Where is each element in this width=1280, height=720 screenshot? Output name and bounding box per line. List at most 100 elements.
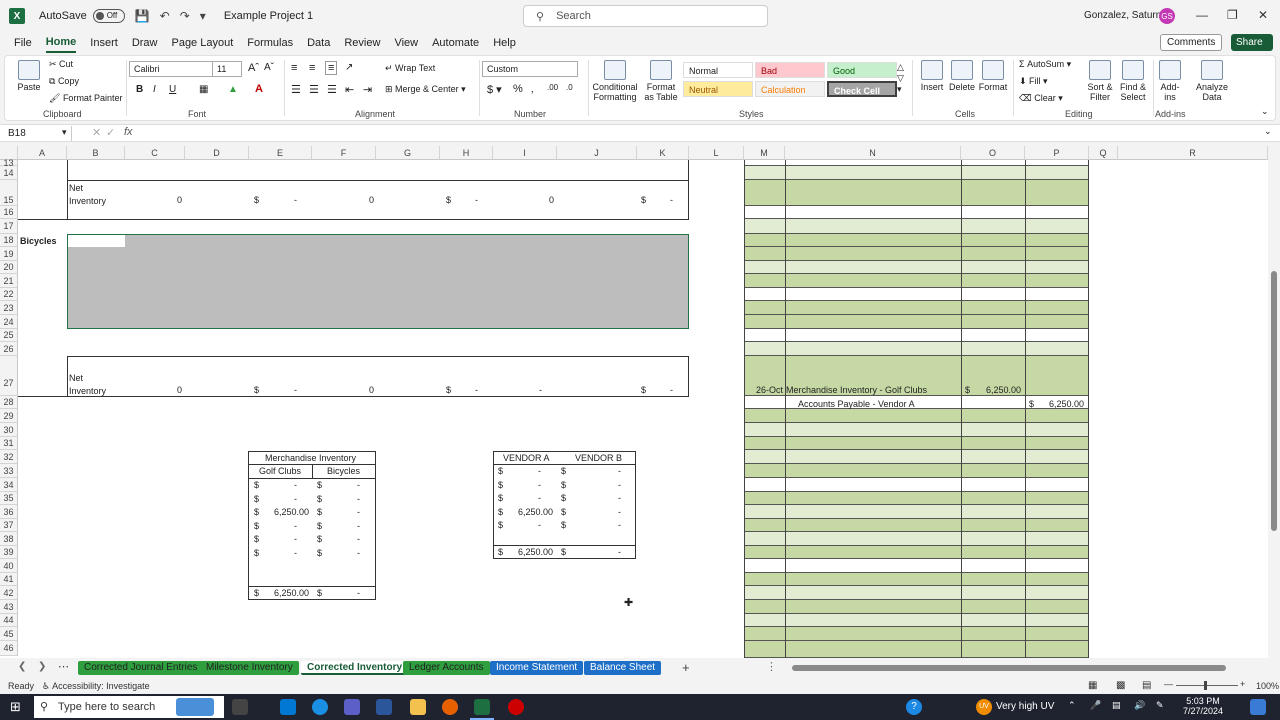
font-color-icon[interactable]: A — [255, 83, 263, 95]
row-header-43[interactable]: 43 — [0, 600, 18, 614]
row-header-42[interactable]: 42 — [0, 586, 18, 600]
row-header-15[interactable]: 15 — [0, 180, 18, 206]
row-header-31[interactable]: 31 — [0, 437, 18, 450]
accessibility-status[interactable]: ♿ Accessibility: Investigate — [42, 681, 150, 692]
autosave-toggle[interactable]: Off — [92, 9, 125, 23]
customize-toolbar-icon[interactable]: ▾ — [200, 9, 206, 23]
insert-cells-button[interactable]: Insert — [917, 60, 947, 92]
network-icon[interactable]: ▤ — [1112, 700, 1121, 711]
row-header-38[interactable]: 38 — [0, 532, 18, 546]
excel-taskbar-icon[interactable] — [474, 699, 490, 715]
row-header-41[interactable]: 41 — [0, 573, 18, 586]
font-name-select[interactable]: Calibri — [129, 61, 214, 77]
sheet-tab-milestone-inventory[interactable]: Milestone Inventory — [200, 661, 299, 675]
sheet-tab-corrected-journal-entries[interactable]: Corrected Journal Entries — [78, 661, 204, 675]
column-header-c[interactable]: C — [125, 146, 185, 160]
expand-formula-bar-icon[interactable]: ⌄ — [1264, 126, 1272, 137]
formula-input[interactable] — [140, 127, 1260, 141]
percent-icon[interactable]: % — [513, 83, 523, 95]
font-size-select[interactable]: 11 — [212, 61, 242, 77]
avatar[interactable]: GS — [1159, 8, 1175, 24]
style-bad[interactable]: Bad — [755, 62, 825, 78]
increase-decimal-icon[interactable]: .00 — [547, 83, 558, 92]
tab-draw[interactable]: Draw — [132, 34, 158, 52]
comments-button[interactable]: Comments — [1160, 34, 1223, 51]
decrease-indent-icon[interactable]: ⇤ — [345, 83, 354, 96]
fill-button[interactable]: ⬇ Fill ▾ — [1019, 76, 1048, 87]
worksheet-grid[interactable]: Net Inventory 0 $ - 0 $ - 0 $ - Bicycles… — [0, 146, 1268, 658]
task-view-icon[interactable] — [232, 699, 248, 715]
wrap-text-button[interactable]: ↵ Wrap Text — [385, 63, 435, 74]
underline-button[interactable]: U — [169, 84, 176, 95]
column-header-l[interactable]: L — [689, 146, 744, 160]
zoom-in-icon[interactable]: + — [1240, 679, 1245, 689]
currency-icon[interactable]: $ ▾ — [487, 83, 502, 96]
format-painter-button[interactable]: 🖌 Format Painter — [49, 93, 122, 104]
find-select-button[interactable]: Find & Select — [1115, 60, 1151, 102]
row-header-32[interactable]: 32 — [0, 450, 18, 464]
align-left-icon[interactable]: ☰ — [291, 83, 301, 96]
add-ins-button[interactable]: Add-ins — [1155, 60, 1185, 102]
orientation-icon[interactable]: ↗ — [345, 62, 353, 73]
fill-color-icon[interactable]: ▲ — [228, 84, 238, 95]
row-header-37[interactable]: 37 — [0, 519, 18, 532]
zoom-out-icon[interactable]: — — [1164, 679, 1173, 689]
increase-font-icon[interactable]: Aˆ — [248, 62, 259, 74]
zoom-slider-thumb[interactable] — [1204, 681, 1207, 690]
comma-icon[interactable]: ‚ — [531, 83, 533, 95]
edge-icon[interactable] — [312, 699, 328, 715]
style-calculation[interactable]: Calculation — [755, 81, 825, 97]
row-header-20[interactable]: 20 — [0, 261, 18, 274]
column-header-b[interactable]: B — [67, 146, 125, 160]
row-header-33[interactable]: 33 — [0, 464, 18, 478]
column-header-n[interactable]: N — [785, 146, 961, 160]
clear-button[interactable]: ⌫ Clear ▾ — [1019, 93, 1063, 104]
column-header-j[interactable]: J — [557, 146, 637, 160]
italic-button[interactable]: I — [153, 84, 156, 95]
align-middle-icon[interactable]: ≡ — [309, 62, 315, 74]
tab-data[interactable]: Data — [307, 34, 330, 52]
weather-uv-text[interactable]: Very high UV — [996, 701, 1054, 712]
analyze-data-button[interactable]: Analyze Data — [1195, 60, 1229, 102]
row-header-23[interactable]: 23 — [0, 301, 18, 315]
tab-home[interactable]: Home — [45, 33, 77, 53]
conditional-formatting-button[interactable]: Conditional Formatting — [591, 60, 639, 102]
microphone-icon[interactable]: 🎤 — [1090, 700, 1101, 711]
column-header-h[interactable]: H — [440, 146, 493, 160]
delete-cells-button[interactable]: Delete — [947, 60, 977, 92]
maximize-icon[interactable]: ❐ — [1227, 8, 1238, 22]
tab-formulas[interactable]: Formulas — [247, 34, 293, 52]
row-header-14[interactable]: 14 — [0, 166, 18, 180]
row-header-27[interactable]: 27 — [0, 356, 18, 396]
column-header-o[interactable]: O — [961, 146, 1025, 160]
column-header-q[interactable]: Q — [1089, 146, 1118, 160]
style-good[interactable]: Good — [827, 62, 897, 78]
align-right-icon[interactable]: ☰ — [327, 83, 337, 96]
widget-illustration-icon[interactable] — [176, 698, 214, 716]
merge-center-button[interactable]: ⊞ Merge & Center ▾ — [385, 84, 466, 95]
number-format-select[interactable]: Custom — [482, 61, 578, 77]
clock[interactable]: 5:03 PM 7/27/2024 — [1178, 696, 1228, 716]
increase-indent-icon[interactable]: ⇥ — [363, 83, 372, 96]
decrease-font-icon[interactable]: Aˇ — [264, 62, 274, 73]
tab-review[interactable]: Review — [344, 34, 380, 52]
decrease-decimal-icon[interactable]: .0 — [566, 83, 573, 92]
row-header-26[interactable]: 26 — [0, 342, 18, 356]
pen-icon[interactable]: ✎ — [1156, 700, 1164, 711]
recorder-icon[interactable] — [508, 699, 524, 715]
row-header-35[interactable]: 35 — [0, 492, 18, 505]
style-check-cell[interactable]: Check Cell — [827, 81, 897, 97]
tab-file[interactable]: File — [14, 34, 32, 52]
page-break-view-icon[interactable]: ▤ — [1142, 680, 1151, 691]
align-center-icon[interactable]: ☰ — [309, 83, 319, 96]
row-header-21[interactable]: 21 — [0, 274, 18, 288]
help-icon[interactable]: ? — [906, 699, 922, 715]
volume-icon[interactable]: 🔊 — [1134, 700, 1145, 711]
firefox-icon[interactable] — [442, 699, 458, 715]
row-header-39[interactable]: 39 — [0, 546, 18, 559]
vertical-scroll-thumb[interactable] — [1271, 271, 1277, 531]
word-icon[interactable] — [376, 699, 392, 715]
zoom-level[interactable]: 100% — [1256, 681, 1279, 691]
align-top-icon[interactable]: ≡ — [291, 62, 297, 74]
column-header-g[interactable]: G — [376, 146, 440, 160]
